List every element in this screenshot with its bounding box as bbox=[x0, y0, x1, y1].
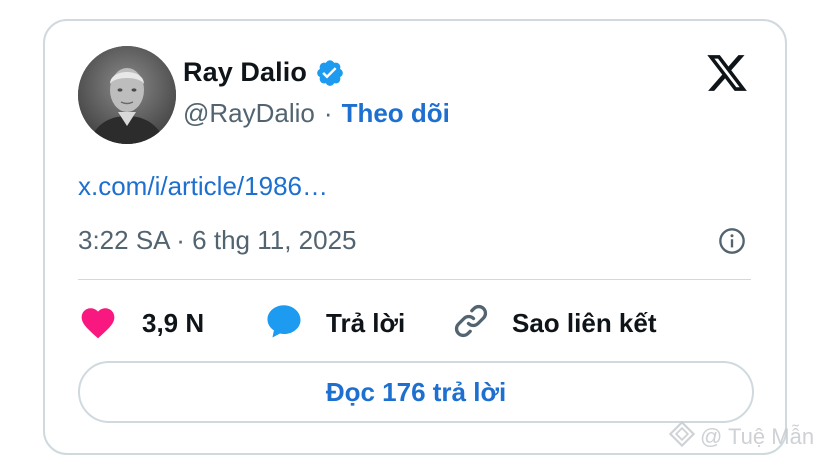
divider bbox=[78, 279, 751, 280]
author-handle[interactable]: @RayDalio bbox=[183, 98, 315, 129]
watermark-text: @ Tuệ Mẫn bbox=[700, 424, 815, 449]
author-row: Ray Dalio bbox=[183, 57, 345, 88]
copy-link-label: Sao liên kết bbox=[512, 307, 657, 338]
article-link[interactable]: x.com/i/article/1986… bbox=[78, 171, 328, 202]
read-replies-button[interactable]: Đọc 176 trả lời bbox=[78, 361, 754, 423]
copy-link-button[interactable]: Sao liên kết bbox=[451, 303, 657, 343]
watermark: @ Tuệ Mẫn bbox=[668, 420, 815, 453]
follow-button[interactable]: Theo dõi bbox=[342, 98, 450, 129]
separator-dot: · bbox=[323, 98, 333, 128]
reply-button[interactable]: Trả lời bbox=[264, 303, 405, 343]
avatar[interactable] bbox=[78, 46, 176, 144]
link-icon bbox=[451, 301, 491, 346]
like-button[interactable]: 3,9 N bbox=[78, 303, 204, 343]
heart-icon bbox=[78, 303, 118, 344]
author-name[interactable]: Ray Dalio bbox=[183, 57, 307, 88]
watermark-logo-icon bbox=[668, 420, 700, 453]
tweet-card: Ray Dalio @RayDalio · Theo dõi x.com/i/a… bbox=[43, 19, 787, 455]
handle-row: @RayDalio · Theo dõi bbox=[183, 98, 450, 129]
actions-bar: 3,9 N Trả lời Sao liên kết bbox=[78, 303, 758, 343]
verified-badge-icon bbox=[315, 58, 345, 88]
speech-bubble-icon bbox=[264, 302, 304, 345]
timestamp[interactable]: 3:22 SA · 6 thg 11, 2025 bbox=[78, 225, 357, 256]
info-icon[interactable] bbox=[718, 227, 746, 255]
reply-label: Trả lời bbox=[326, 307, 406, 338]
like-count: 3,9 N bbox=[142, 307, 205, 338]
x-logo-icon[interactable] bbox=[703, 51, 751, 95]
